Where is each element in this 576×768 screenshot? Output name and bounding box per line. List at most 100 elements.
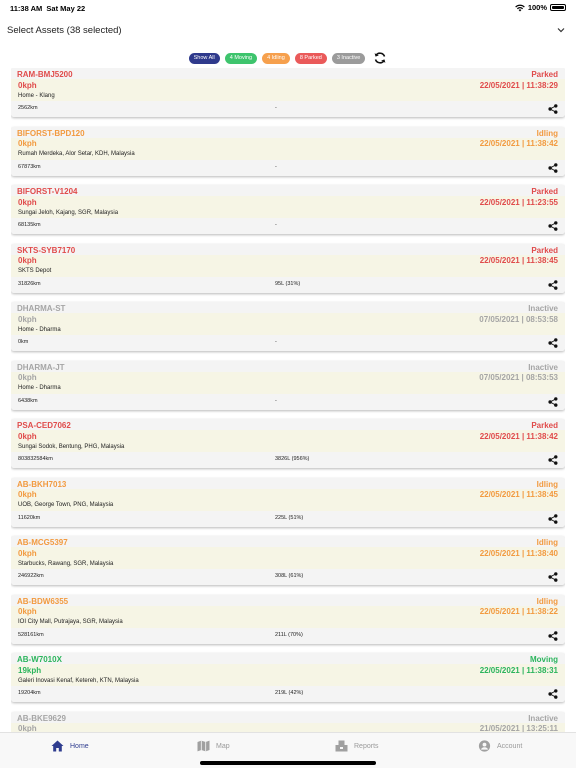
vehicle-plate: BIFORST-BPD120	[17, 128, 85, 138]
bottom-tab-bar: Home Map Reports Account	[0, 732, 576, 768]
filter-moving[interactable]: 4 Moving	[224, 52, 258, 64]
vehicle-card[interactable]: PSA-CED7062 Parked 0kph 22/05/2021 | 11:38…	[11, 419, 565, 468]
wifi-icon	[515, 4, 525, 11]
vehicle-plate: DHARMA-ST	[17, 304, 66, 313]
vehicle-plate: AB-MCG5397	[17, 538, 68, 547]
vehicle-timestamp: 22/05/2021 | 11:38:40	[479, 548, 558, 558]
vehicle-odometer: 803832584km	[18, 456, 53, 462]
reports-icon	[335, 740, 348, 752]
account-icon	[478, 740, 491, 752]
tab-account-label: Account	[497, 742, 523, 750]
vehicle-fuel: -	[275, 105, 277, 111]
vehicle-status: Moving	[530, 655, 558, 664]
vehicle-timestamp: 22/05/2021 | 11:38:31	[479, 665, 558, 675]
vehicle-speed: 0kph	[18, 431, 37, 441]
tab-account[interactable]: Account	[478, 739, 522, 753]
vehicle-odometer: 246922km	[18, 573, 44, 579]
vehicle-address: Sungai Sodok, Bentung, PHG, Malaysia	[18, 443, 125, 450]
vehicle-status: Inactive	[528, 304, 558, 313]
map-icon	[197, 740, 210, 752]
vehicle-speed: 0kph	[18, 548, 37, 558]
vehicle-speed: 0kph	[18, 80, 37, 90]
vehicle-fuel: 225L (51%)	[275, 514, 304, 521]
vehicle-plate: BIFORST-V1204	[17, 187, 78, 196]
filter-parked[interactable]: 8 Parked	[294, 52, 327, 64]
vehicle-card[interactable]: BIFORST-BPD120 Idling 0kph 22/05/2021 | 11…	[11, 126, 565, 176]
vehicle-card[interactable]: AB-MCG5397 Idling 0kph 22/05/2021 | 11:38:…	[11, 536, 565, 585]
vehicle-card[interactable]: AB-W7010X Moving 19kph 22/05/2021 | 11:38:…	[11, 653, 565, 702]
status-indicators: 100%	[515, 3, 566, 12]
share-icon[interactable]	[548, 338, 558, 348]
share-icon[interactable]	[548, 279, 558, 290]
share-icon[interactable]	[548, 162, 558, 173]
vehicle-timestamp: 22/05/2021 | 11:38:42	[479, 139, 558, 148]
share-icon[interactable]	[548, 396, 558, 407]
vehicle-fuel: 219L (42%)	[275, 690, 304, 696]
vehicle-speed: 0kph	[18, 490, 37, 499]
vehicle-card[interactable]: RAM-BMJ5200 Parked 0kph 22/05/2021 | 11:38…	[11, 68, 565, 117]
vehicle-odometer: 0km	[18, 339, 29, 345]
status-filters: Show All 4 Moving 4 Idling 8 Parked 3 In…	[0, 50, 576, 66]
asset-selector[interactable]: Select Assets (38 selected)	[0, 20, 576, 42]
vehicle-address: Home - Dharma	[18, 385, 61, 391]
vehicle-card[interactable]: SKTS-SYB7170 Parked 0kph 22/05/2021 | 11:3…	[11, 243, 565, 293]
vehicle-speed: 0kph	[18, 314, 37, 324]
share-icon[interactable]	[548, 689, 558, 699]
share-icon[interactable]	[548, 513, 558, 524]
vehicle-odometer: 2562km	[18, 105, 38, 111]
status-time-date: 11:38 AM Sat May 22	[10, 4, 85, 13]
vehicle-card[interactable]: DHARMA-JT Inactive 0kph 07/05/2021 | 08:53…	[11, 360, 565, 410]
vehicle-speed: 0kph	[18, 724, 37, 732]
vehicle-plate: PSA-CED7062	[17, 421, 71, 430]
filter-idling[interactable]: 4 Idling	[262, 52, 290, 64]
vehicle-address: Home - Dharma	[18, 326, 61, 333]
vehicle-odometer: 528161km	[18, 631, 44, 638]
vehicle-speed: 19kph	[18, 665, 42, 675]
vehicle-status: Idling	[536, 128, 558, 138]
vehicle-status: Parked	[531, 245, 558, 255]
vehicle-fuel: -	[275, 397, 277, 404]
vehicle-card[interactable]: AB-BDW6355 Idling 0kph 22/05/2021 | 11:38:…	[11, 594, 565, 644]
tab-map[interactable]: Map	[197, 739, 230, 753]
vehicle-address: IOI City Mall, Putrajaya, SGR, Malaysia	[18, 619, 123, 625]
vehicle-card[interactable]: BIFORST-V1204 Parked 0kph 22/05/2021 | 11:…	[11, 185, 565, 234]
vehicle-plate: AB-BKH7013	[17, 479, 67, 489]
vehicle-timestamp: 22/05/2021 | 11:38:42	[479, 431, 558, 441]
tab-reports-label: Reports	[354, 742, 379, 750]
vehicle-list: RAM-BMJ5200 Parked 0kph 22/05/2021 | 11:38…	[11, 68, 565, 732]
status-date: Sat May 22	[46, 4, 86, 13]
filter-show-all[interactable]: Show All	[188, 52, 220, 64]
vehicle-card[interactable]: AB-BKE9629 Inactive 0kph 21/05/2021 | 13:2…	[11, 711, 565, 732]
chevron-down-icon	[557, 28, 565, 33]
vehicle-timestamp: 22/05/2021 | 11:38:45	[479, 490, 558, 499]
vehicle-card[interactable]: DHARMA-ST Inactive 0kph 07/05/2021 | 08:53…	[11, 302, 565, 351]
vehicle-speed: 0kph	[18, 607, 37, 616]
vehicle-address: SKTS Depot	[18, 268, 52, 274]
filter-inactive[interactable]: 3 Inactive	[331, 52, 366, 64]
vehicle-address: Galeri Inovasi Kenaf, Ketereh, KTN, Mala…	[18, 677, 139, 684]
share-icon[interactable]	[548, 572, 558, 582]
tab-map-label: Map	[216, 742, 230, 750]
share-icon[interactable]	[548, 630, 558, 641]
vehicle-fuel: 211L (70%)	[275, 631, 303, 638]
asset-selector-label: Select Assets (38 selected)	[7, 25, 122, 36]
tab-home[interactable]: Home	[51, 739, 89, 753]
vehicle-odometer: 19204km	[18, 690, 41, 696]
vehicle-status: Idling	[536, 538, 558, 547]
status-bar: 11:38 AM Sat May 22 100%	[0, 0, 576, 16]
vehicle-speed: 0kph	[18, 197, 37, 207]
share-icon[interactable]	[548, 455, 558, 465]
tab-reports[interactable]: Reports	[335, 739, 379, 753]
vehicle-plate: AB-BDW6355	[17, 596, 69, 606]
share-icon[interactable]	[548, 104, 558, 114]
vehicle-status: Parked	[531, 70, 558, 79]
vehicle-status: Inactive	[528, 713, 558, 723]
vehicle-status: Idling	[536, 596, 558, 606]
refresh-icon[interactable]	[373, 51, 387, 65]
vehicle-timestamp: 07/05/2021 | 08:53:53	[479, 373, 558, 382]
vehicle-card[interactable]: AB-BKH7013 Idling 0kph 22/05/2021 | 11:38:…	[11, 477, 565, 527]
vehicle-address: Home - Klang	[18, 92, 55, 99]
share-icon[interactable]	[548, 221, 558, 231]
vehicle-address: Starbucks, Rawang, SGR, Malaysia	[18, 560, 114, 567]
vehicle-fuel: 95L (31%)	[275, 280, 301, 287]
